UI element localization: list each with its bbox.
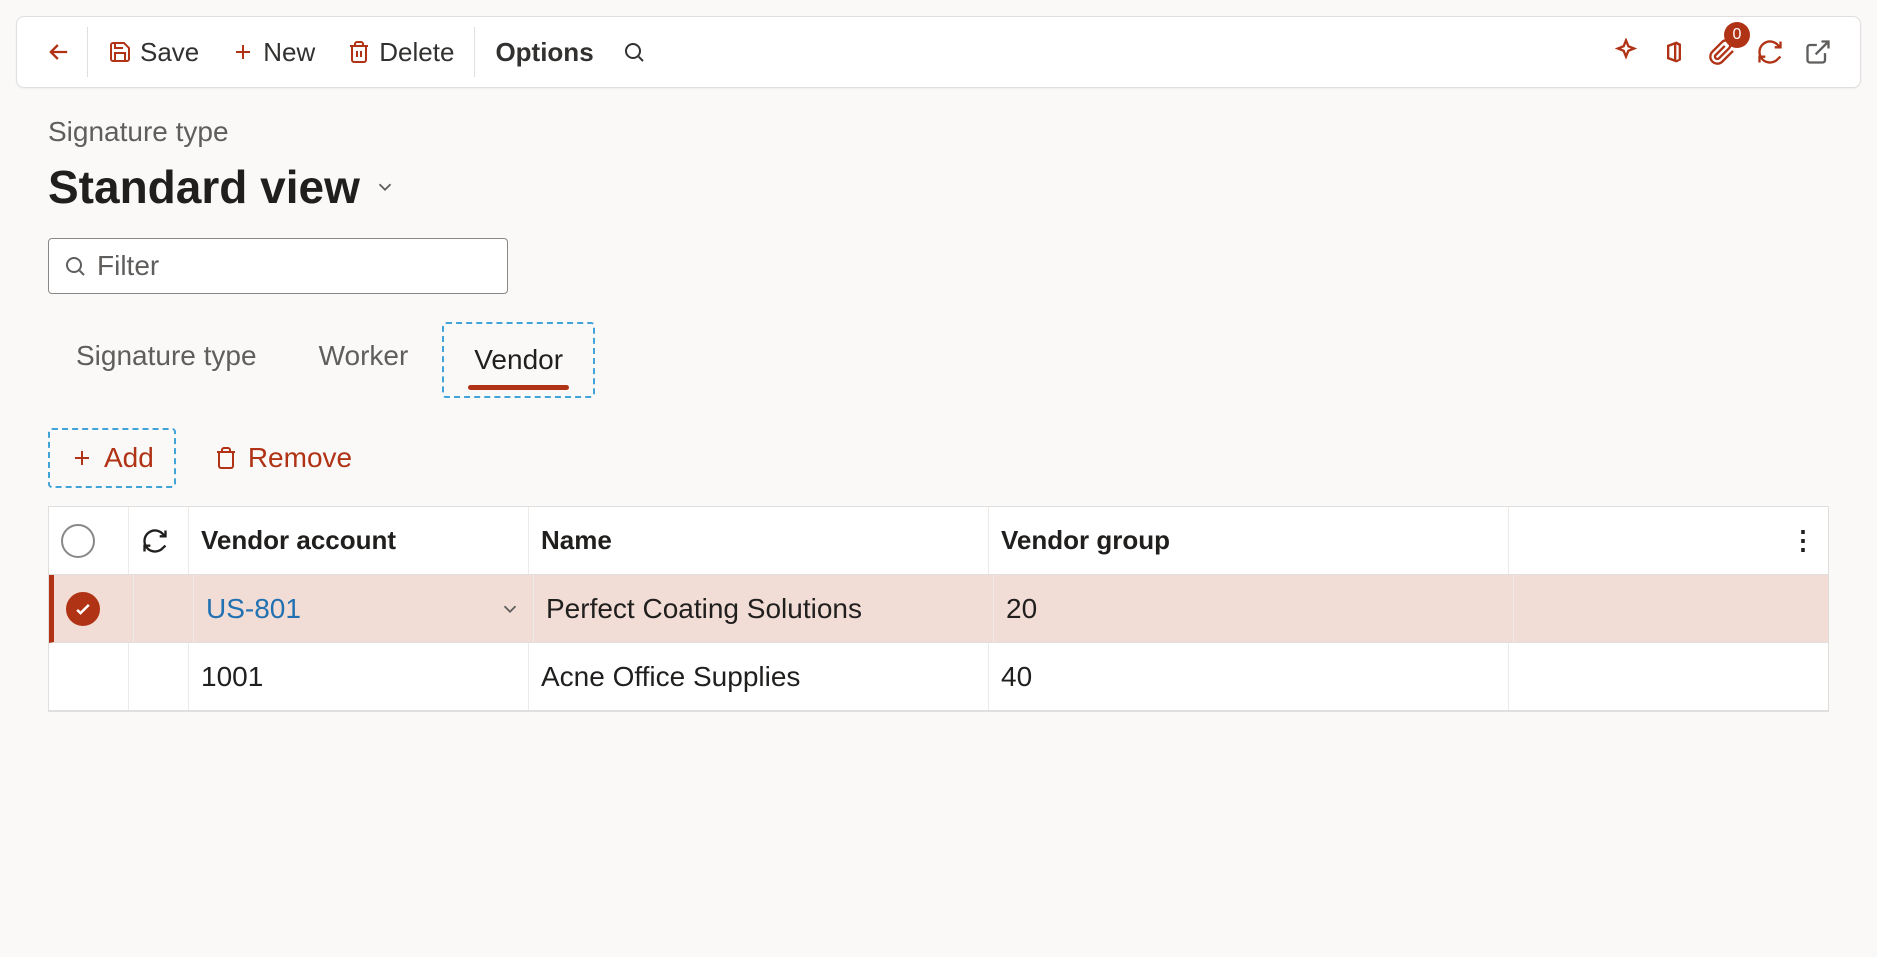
name-value: Acne Office Supplies [541, 661, 800, 693]
row-status-cell [129, 643, 189, 710]
highlight-vendor-tab: Vendor [442, 322, 595, 398]
tab-label: Worker [319, 340, 409, 371]
office-icon [1660, 38, 1688, 66]
separator [474, 27, 475, 77]
refresh-button-toolbar[interactable] [1746, 28, 1794, 76]
refresh-column-header[interactable] [129, 507, 189, 574]
row-spacer [1509, 643, 1778, 710]
col-label: Vendor group [1001, 525, 1170, 556]
save-button[interactable]: Save [92, 27, 215, 77]
vendor-group-value: 40 [1001, 661, 1032, 693]
table-row[interactable]: 1001 Acne Office Supplies 40 [49, 643, 1828, 711]
save-icon [108, 40, 132, 64]
col-label: Name [541, 525, 612, 556]
chevron-down-icon [374, 176, 396, 198]
vendor-group-cell: 40 [989, 643, 1509, 710]
name-cell: Acne Office Supplies [529, 643, 989, 710]
tab-label: Signature type [76, 340, 257, 371]
attachments-button[interactable]: 0 [1698, 28, 1746, 76]
tabs: Signature type Worker Vendor [48, 322, 1829, 398]
vendor-account-cell[interactable]: 1001 [189, 643, 529, 710]
col-vendor-account[interactable]: Vendor account [189, 507, 529, 574]
search-button[interactable] [610, 28, 658, 76]
vendor-group-value: 20 [1006, 593, 1037, 625]
col-vendor-group[interactable]: Vendor group [989, 507, 1509, 574]
vendor-group-cell: 20 [994, 575, 1514, 642]
refresh-icon [1756, 38, 1784, 66]
name-cell: Perfect Coating Solutions [534, 575, 994, 642]
grid-actions: Add Remove [48, 428, 1829, 488]
options-button[interactable]: Options [479, 27, 609, 77]
view-selector[interactable]: Standard view [48, 160, 1829, 214]
vendor-grid: Vendor account Name Vendor group ⋮ US-8 [48, 506, 1829, 712]
options-label: Options [495, 37, 593, 68]
new-label: New [263, 37, 315, 68]
select-all-cell[interactable] [49, 507, 129, 574]
new-button[interactable]: New [215, 27, 331, 77]
circle-checked-icon [66, 592, 100, 626]
tab-vendor[interactable]: Vendor [446, 326, 591, 394]
col-name[interactable]: Name [529, 507, 989, 574]
back-button[interactable] [35, 28, 83, 76]
save-label: Save [140, 37, 199, 68]
col-spacer [1509, 507, 1778, 574]
page-body: Signature type Standard view Signature t… [0, 104, 1877, 724]
refresh-icon [141, 527, 169, 555]
col-label: Vendor account [201, 525, 396, 556]
plus-icon [70, 446, 94, 470]
grid-header-row: Vendor account Name Vendor group ⋮ [49, 507, 1828, 575]
arrow-left-icon [45, 38, 73, 66]
tab-worker[interactable]: Worker [291, 322, 437, 398]
tab-label: Vendor [474, 344, 563, 375]
delete-label: Delete [379, 37, 454, 68]
row-end [1778, 575, 1828, 642]
vendor-account-value: 1001 [201, 661, 263, 693]
plus-icon [231, 40, 255, 64]
popout-button[interactable] [1794, 28, 1842, 76]
sparkle-icon [1612, 38, 1640, 66]
separator [87, 27, 88, 77]
name-value: Perfect Coating Solutions [546, 593, 862, 625]
chevron-down-icon[interactable] [499, 598, 521, 620]
vendor-account-cell[interactable]: US-801 [194, 575, 534, 642]
row-spacer [1514, 575, 1778, 642]
search-icon [622, 40, 646, 64]
copilot-button[interactable] [1602, 28, 1650, 76]
popout-icon [1804, 38, 1832, 66]
grid-more-button[interactable]: ⋮ [1778, 507, 1828, 574]
highlight-add-button: Add [48, 428, 176, 488]
remove-label: Remove [248, 442, 352, 474]
filter-field[interactable] [48, 238, 508, 294]
row-select-cell[interactable] [54, 575, 134, 642]
circle-unchecked-icon [61, 524, 95, 558]
row-select-cell[interactable] [49, 643, 129, 710]
add-button[interactable]: Add [52, 432, 172, 484]
row-end [1778, 643, 1828, 710]
search-icon [63, 254, 87, 278]
check-icon [73, 599, 93, 619]
tab-signature-type[interactable]: Signature type [48, 322, 285, 398]
row-status-cell [134, 575, 194, 642]
office-button[interactable] [1650, 28, 1698, 76]
remove-button[interactable]: Remove [196, 432, 370, 484]
add-label: Add [104, 442, 154, 474]
trash-icon [347, 40, 371, 64]
table-row[interactable]: US-801 Perfect Coating Solutions 20 [49, 575, 1828, 643]
filter-input[interactable] [97, 250, 507, 282]
command-bar: Save New Delete Options 0 [16, 16, 1861, 88]
trash-icon [214, 446, 238, 470]
more-vertical-icon: ⋮ [1790, 525, 1816, 556]
page-title: Standard view [48, 160, 360, 214]
breadcrumb: Signature type [48, 116, 1829, 148]
vendor-account-link[interactable]: US-801 [206, 593, 301, 625]
delete-button[interactable]: Delete [331, 27, 470, 77]
